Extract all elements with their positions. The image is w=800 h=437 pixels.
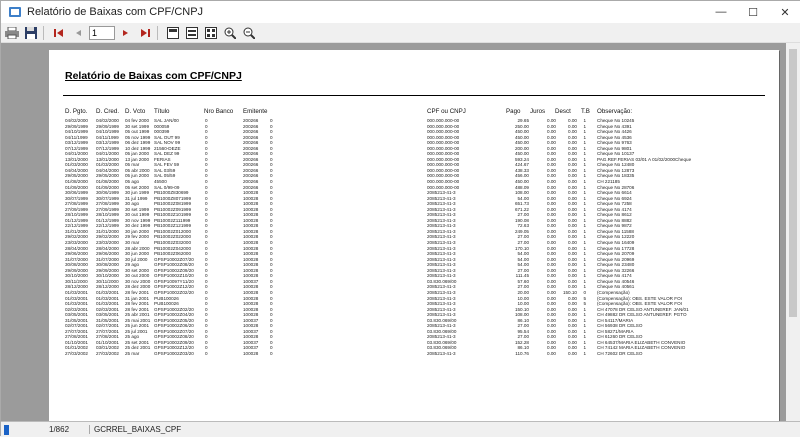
cell-desct: 0.00 — [568, 350, 577, 356]
status-bar: 1/862 GCRREL_BAIXAS_CPF — [1, 421, 800, 437]
report-page: Relatório de Baixas com CPF/CNPJ D. Pgto… — [49, 50, 779, 421]
cell-d-pgto: 27/03/2002 — [65, 350, 88, 356]
header-observacao: Observação: — [597, 108, 633, 115]
app-icon — [9, 7, 21, 17]
header-d-pgto: D. Pgto. — [65, 108, 88, 115]
print-button[interactable] — [4, 25, 20, 41]
minimize-button[interactable]: — — [705, 1, 737, 23]
cell-observacao: CH 72602 DR CELSO — [597, 350, 643, 356]
window-title: Relatório de Baixas com CPF/CNPJ — [27, 6, 204, 18]
next-page-button[interactable] — [118, 25, 134, 41]
cell-emitente-seq: 0 — [270, 350, 273, 356]
cell-nro-banco: 0 — [205, 350, 208, 356]
page-width-icon — [186, 26, 198, 39]
close-button[interactable]: ✕ — [769, 1, 800, 23]
header-d-vcto: D. Vcto — [125, 108, 146, 115]
report-rows: 04/02/2000 04/02/2000 04 fev 2000 SAL JAN/0… — [49, 118, 779, 357]
table-row: 27/03/2002 27/03/2002 25 mar GPSP10002Z03/2… — [49, 351, 779, 357]
view-page-width-button[interactable] — [184, 25, 200, 41]
maximize-button[interactable]: ☐ — [737, 1, 769, 23]
cell-titulo: GPSP10002Z03/20 — [154, 350, 194, 356]
previous-page-button[interactable] — [70, 25, 86, 41]
report-viewport[interactable]: Relatório de Baixas com CPF/CNPJ D. Pgto… — [1, 43, 786, 421]
header-d-cred: D. Cred. — [96, 108, 120, 115]
last-page-icon — [141, 28, 150, 37]
first-page-button[interactable] — [51, 25, 67, 41]
printer-icon — [5, 26, 19, 39]
zoom-out-icon — [243, 27, 255, 39]
cell-pago: 110.76 — [515, 350, 529, 356]
save-button[interactable] — [23, 25, 39, 41]
header-desct: Desct — [555, 108, 571, 115]
title-rule — [63, 95, 765, 96]
header-emitente: Emitente — [243, 108, 268, 115]
zoom-in-button[interactable] — [222, 25, 238, 41]
page-view-icon — [167, 26, 179, 39]
header-cpf-cnpj: CPF ou CNPJ — [427, 108, 466, 115]
toolbar — [1, 23, 800, 43]
vertical-scrollbar[interactable] — [786, 43, 800, 421]
floppy-disk-icon — [25, 26, 37, 39]
header-titulo: Título — [154, 108, 170, 115]
header-juros: Juros — [530, 108, 546, 115]
cell-juros: 0.00 — [547, 350, 556, 356]
cell-emitente: 100028 — [243, 350, 259, 356]
toolbar-separator — [157, 25, 158, 40]
column-header-row: D. Pgto. D. Cred. D. Vcto Título Nro Ban… — [49, 108, 779, 118]
title-bar: Relatório de Baixas com CPF/CNPJ — ☐ ✕ — [1, 1, 800, 23]
status-indicator — [4, 424, 9, 435]
next-page-icon — [123, 29, 128, 36]
previous-page-icon — [76, 29, 81, 36]
cell-cpf-cnpj: 2085213-41-3 — [427, 350, 456, 356]
page-number-input[interactable] — [89, 25, 115, 40]
toolbar-separator — [43, 25, 44, 40]
cell-tb: 1 — [583, 350, 586, 356]
header-pago: Pago — [506, 108, 521, 115]
report-title: Relatório de Baixas com CPF/CNPJ — [65, 70, 242, 82]
zoom-in-icon — [224, 27, 236, 39]
view-multi-page-button[interactable] — [203, 25, 219, 41]
cell-d-cred: 27/03/2002 — [96, 350, 119, 356]
scrollbar-thumb[interactable] — [789, 49, 797, 317]
last-page-button[interactable] — [137, 25, 153, 41]
status-report-name: GCRREL_BAIXAS_CPF — [89, 425, 181, 434]
report-viewer-window: Relatório de Baixas com CPF/CNPJ — ☐ ✕ R… — [0, 0, 800, 437]
cell-d-vcto: 25 mar — [125, 350, 140, 356]
header-nro-banco: Nro Banco — [204, 108, 234, 115]
zoom-out-button[interactable] — [241, 25, 257, 41]
header-tb: T.B — [581, 108, 590, 115]
view-single-page-button[interactable] — [165, 25, 181, 41]
first-page-icon — [54, 28, 63, 37]
multi-page-icon — [205, 26, 217, 39]
status-page-info: 1/862 — [49, 425, 70, 434]
